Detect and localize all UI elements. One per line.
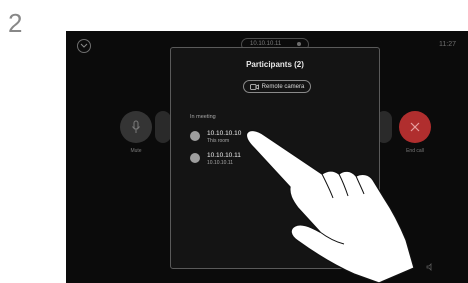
status-dot-icon	[297, 42, 301, 46]
speaker-icon	[426, 263, 432, 271]
chevron-down-icon[interactable]	[77, 39, 91, 53]
mute-label: Mute	[130, 148, 142, 154]
participant-name: 10.10.10.11	[207, 152, 241, 159]
participant-subtitle: This room	[207, 138, 230, 144]
pointing-hand-icon	[245, 129, 415, 283]
camera-icon	[249, 83, 259, 90]
mute-button[interactable]	[120, 111, 152, 143]
microphone-icon	[132, 120, 140, 133]
volume-control[interactable]	[418, 259, 468, 275]
step-number: 2	[8, 8, 23, 38]
remote-camera-label: Remote camera	[261, 83, 305, 90]
avatar	[190, 131, 200, 141]
participant-name: 10.10.10.10	[207, 130, 242, 137]
clock: 11:27	[439, 41, 456, 48]
panel-title: Participants (2)	[246, 60, 304, 69]
participant-subtitle: 10.10.10.11	[207, 160, 234, 166]
hidden-control-left[interactable]	[155, 111, 171, 143]
section-label-in-meeting: In meeting	[190, 114, 216, 120]
avatar	[190, 153, 200, 163]
remote-camera-button[interactable]: Remote camera	[243, 80, 311, 93]
